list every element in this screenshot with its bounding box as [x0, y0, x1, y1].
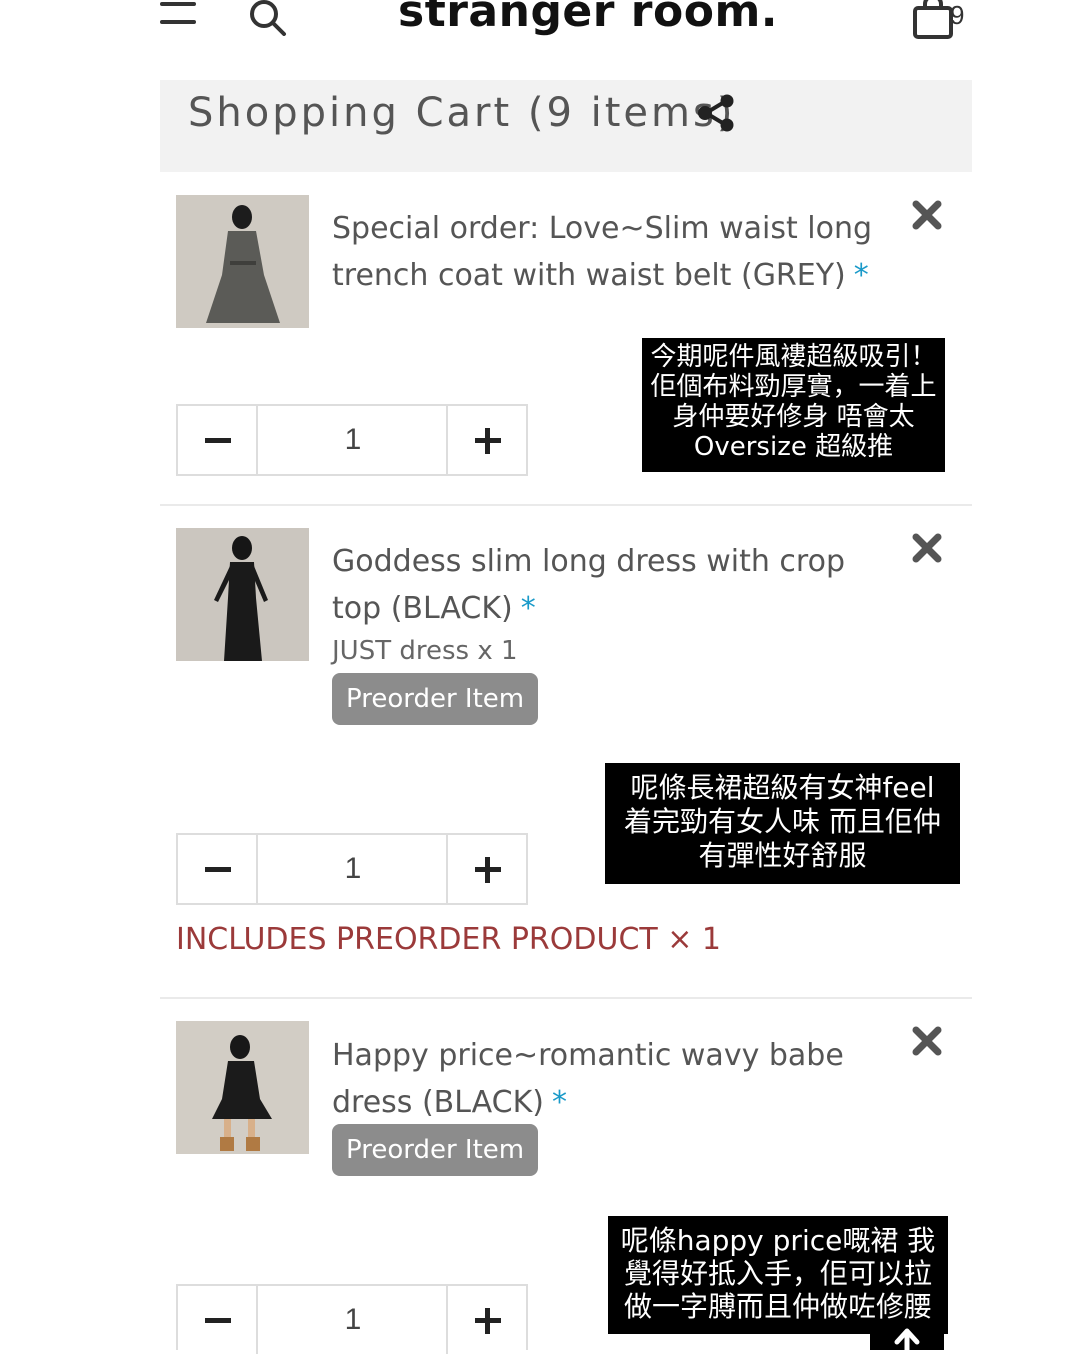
minus-button[interactable]	[178, 406, 258, 474]
product-thumbnail[interactable]	[176, 1021, 309, 1154]
caption-overlay: 呢條長裙超級有女神feel 着完勁有女人味 而且佢仲 有彈性好舒服	[605, 763, 960, 884]
arrow-up-icon	[894, 1328, 920, 1350]
cart-count-badge: 9	[950, 0, 965, 30]
caption-line: 有彈性好舒服	[698, 839, 867, 872]
caption-line: 呢條happy price嘅裙 我	[620, 1224, 936, 1257]
caption-overlay: 呢條happy price嘅裙 我 覺得好抵入手，佢可以拉 做一字膊而且仲做咗修…	[608, 1216, 948, 1334]
product-variant: JUST dress x 1	[332, 636, 518, 666]
quantity-stepper: 1	[176, 1284, 528, 1354]
product-thumbnail[interactable]	[176, 195, 309, 328]
divider	[160, 997, 972, 999]
search-icon[interactable]	[248, 0, 288, 36]
quantity-input[interactable]: 1	[258, 835, 448, 903]
minus-icon	[205, 438, 231, 443]
preorder-badge: Preorder Item	[332, 673, 539, 725]
minus-icon	[205, 1318, 231, 1323]
caption-line: 覺得好抵入手，佢可以拉	[623, 1257, 932, 1290]
plus-button[interactable]	[446, 406, 526, 474]
plus-button[interactable]	[446, 835, 526, 903]
close-icon[interactable]	[912, 200, 942, 230]
divider	[160, 504, 972, 506]
quantity-stepper: 1	[176, 833, 528, 905]
product-thumbnail[interactable]	[176, 528, 309, 661]
product-name-text[interactable]: Special order: Love~Slim waist long tren…	[332, 211, 872, 293]
plus-button[interactable]	[446, 1286, 526, 1354]
caption-overlay: 今期呢件風褸超級吸引！ 佢個布料勁厚實，一着上 身仲要好修身 唔會太 Overs…	[642, 338, 945, 472]
required-asterisk: *	[853, 258, 869, 293]
caption-line: 今期呢件風褸超級吸引！	[650, 342, 937, 372]
caption-line: 着完勁有女人味 而且佢仲	[624, 805, 941, 838]
product-name-text[interactable]: Goddess slim long dress with crop top (B…	[332, 544, 845, 626]
menu-icon[interactable]	[160, 0, 198, 26]
caption-line: 呢條長裙超級有女神feel	[630, 771, 935, 804]
minus-button[interactable]	[178, 1286, 258, 1354]
quantity-input[interactable]: 1	[258, 406, 448, 474]
caption-line: Oversize 超級推	[693, 432, 894, 462]
brand-logo[interactable]: stranger room.	[398, 0, 778, 37]
preorder-badge: Preorder Item	[332, 1124, 539, 1176]
product-name[interactable]: Happy price~romantic wavy babe dress (BL…	[332, 1032, 892, 1126]
close-icon[interactable]	[912, 533, 942, 563]
required-asterisk: *	[551, 1085, 567, 1120]
caption-line: 佢個布料勁厚實，一着上	[650, 372, 937, 402]
share-icon[interactable]	[696, 94, 736, 132]
preorder-notice: INCLUDES PREORDER PRODUCT × 1	[176, 922, 722, 957]
quantity-input[interactable]: 1	[258, 1286, 448, 1354]
product-name[interactable]: Goddess slim long dress with crop top (B…	[332, 538, 892, 632]
minus-button[interactable]	[178, 835, 258, 903]
minus-icon	[205, 867, 231, 872]
close-icon[interactable]	[912, 1026, 942, 1056]
page-title: Shopping Cart (9 items)	[188, 90, 736, 136]
required-asterisk: *	[520, 591, 536, 626]
quantity-stepper: 1	[176, 404, 528, 476]
scroll-top-button[interactable]	[870, 1320, 944, 1350]
caption-line: 身仲要好修身 唔會太	[672, 402, 915, 432]
caption-line: 做一字膊而且仲做咗修腰	[623, 1290, 932, 1323]
product-name-text[interactable]: Happy price~romantic wavy babe dress (BL…	[332, 1038, 844, 1120]
product-name[interactable]: Special order: Love~Slim waist long tren…	[332, 205, 892, 299]
